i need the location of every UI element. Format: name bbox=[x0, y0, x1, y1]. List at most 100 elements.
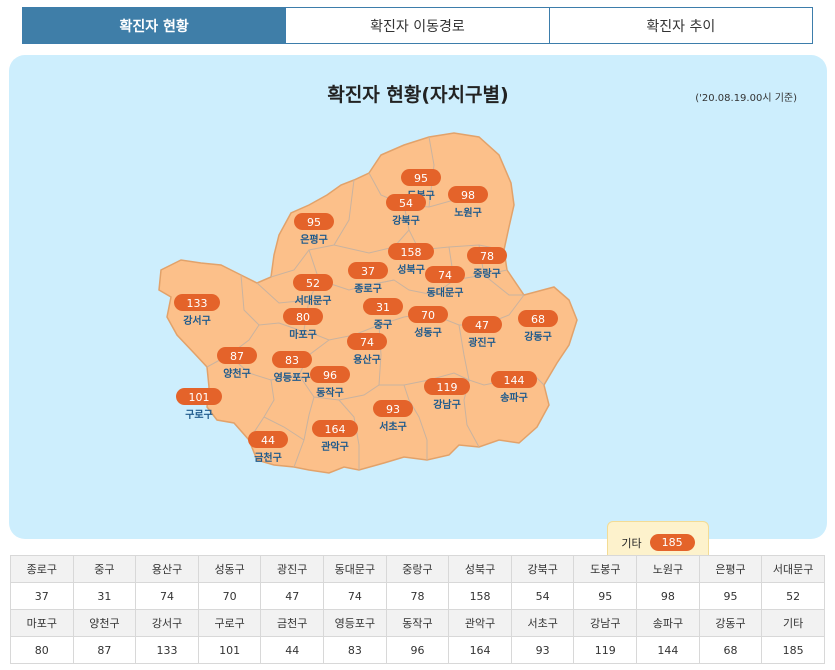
table-cell: 54 bbox=[510, 582, 575, 610]
district-count: 31 bbox=[376, 301, 390, 314]
table-cell: 87 bbox=[72, 636, 137, 664]
table-header-cell: 동작구 bbox=[385, 609, 450, 637]
table-header-cell: 관악구 bbox=[448, 609, 512, 637]
district-name: 중구 bbox=[374, 319, 392, 331]
table-header-cell: 용산구 bbox=[135, 555, 199, 583]
district-count: 95 bbox=[414, 172, 428, 185]
district-name: 동작구 bbox=[316, 386, 344, 399]
tab-confirmed-status[interactable]: 확진자 현황 bbox=[23, 8, 286, 43]
district-marker[interactable]: 74 동대문구 bbox=[425, 266, 465, 299]
table-cell: 119 bbox=[573, 636, 638, 664]
table-header-cell: 강동구 bbox=[698, 609, 763, 637]
etc-value-badge: 185 bbox=[649, 534, 695, 551]
table-cell: 83 bbox=[323, 636, 387, 664]
district-count: 93 bbox=[386, 403, 400, 416]
district-name: 광진구 bbox=[468, 336, 496, 349]
table-header-cell: 성동구 bbox=[197, 555, 262, 583]
table-cell: 44 bbox=[260, 636, 325, 664]
table-cell: 164 bbox=[448, 636, 512, 664]
district-count: 74 bbox=[438, 269, 452, 282]
district-count: 144 bbox=[504, 374, 525, 387]
table-cell: 95 bbox=[698, 582, 763, 610]
table-cell: 93 bbox=[510, 636, 575, 664]
district-name: 종로구 bbox=[354, 283, 382, 295]
table-header-cell: 송파구 bbox=[636, 609, 700, 637]
table-header-cell: 광진구 bbox=[260, 555, 325, 583]
table-cell: 98 bbox=[636, 582, 700, 610]
district-count: 101 bbox=[189, 391, 210, 404]
table-cell: 101 bbox=[197, 636, 262, 664]
table-header-cell: 성북구 bbox=[448, 555, 512, 583]
tab-movement-route[interactable]: 확진자 이동경로 bbox=[285, 8, 549, 43]
table-cell: 133 bbox=[135, 636, 199, 664]
table-cell: 68 bbox=[698, 636, 763, 664]
district-name: 동대문구 bbox=[427, 286, 464, 299]
district-name: 영등포구 bbox=[274, 371, 311, 384]
district-marker[interactable]: 83 영등포구 bbox=[272, 351, 312, 384]
table-header-cell: 서초구 bbox=[510, 609, 575, 637]
district-count: 78 bbox=[480, 250, 494, 263]
district-name: 은평구 bbox=[300, 233, 328, 246]
district-count: 68 bbox=[531, 313, 545, 326]
district-count: 87 bbox=[230, 350, 244, 363]
district-count: 80 bbox=[296, 311, 310, 324]
district-name: 성동구 bbox=[414, 326, 442, 339]
table-header-cell: 강남구 bbox=[573, 609, 638, 637]
district-count: 95 bbox=[307, 216, 321, 229]
table-header-cell: 중구 bbox=[72, 555, 137, 583]
table-cell: 158 bbox=[448, 582, 512, 610]
district-count: 98 bbox=[461, 189, 475, 202]
table-header-cell: 금천구 bbox=[260, 609, 325, 637]
district-name: 성북구 bbox=[397, 263, 425, 276]
seoul-district-map: 95도봉구98노원구54강북구95은평구158성북구78중랑구37종로구74동대… bbox=[158, 132, 578, 474]
table-cell: 74 bbox=[323, 582, 387, 610]
table-cell: 52 bbox=[761, 582, 825, 610]
table-cell: 185 bbox=[761, 636, 825, 664]
table-header-cell: 영등포구 bbox=[323, 609, 387, 637]
district-count: 44 bbox=[261, 434, 275, 447]
district-name: 강북구 bbox=[392, 214, 420, 227]
table-row: 37 31 74 70 47 74 78 158 54 95 98 95 52 bbox=[10, 582, 825, 610]
district-name: 용산구 bbox=[353, 353, 381, 366]
district-name: 서대문구 bbox=[295, 294, 332, 307]
district-name: 중랑구 bbox=[473, 268, 501, 280]
table-header-cell: 종로구 bbox=[10, 555, 74, 583]
district-stats-table: 종로구 중구 용산구 성동구 광진구 동대문구 중랑구 성북구 강북구 도봉구 노원구 은평구 서대문구… bbox=[10, 555, 825, 664]
etc-label: 기타 bbox=[621, 536, 642, 550]
map-panel: 확진자 현황(자치구별) ('20.08.19.00시 기준) 95 98 노원… bbox=[9, 55, 827, 564]
table-cell: 37 bbox=[10, 582, 74, 610]
table-header-cell: 강북구 bbox=[510, 555, 575, 583]
district-name: 서초구 bbox=[379, 420, 407, 433]
table-header-row: 마포구 양천구 강서구 구로구 금천구 영등포구 동작구 관악구 서초구 강남구 송파구 강동구 기타 bbox=[10, 609, 825, 637]
table-header-cell: 강서구 bbox=[135, 609, 199, 637]
district-marker[interactable]: 52 서대문구 bbox=[293, 274, 333, 307]
tab-bar: 확진자 현황 확진자 이동경로 확진자 추이 bbox=[22, 7, 813, 44]
table-header-cell: 도봉구 bbox=[573, 555, 638, 583]
district-count: 83 bbox=[285, 354, 299, 367]
district-name: 마포구 bbox=[289, 328, 317, 341]
table-cell: 80 bbox=[10, 636, 74, 664]
tab-trend[interactable]: 확진자 추이 bbox=[548, 8, 812, 43]
table-header-cell: 마포구 bbox=[10, 609, 74, 637]
table-cell: 144 bbox=[636, 636, 700, 664]
table-header-row: 종로구 중구 용산구 성동구 광진구 동대문구 중랑구 성북구 강북구 도봉구 노원구 은평구 서대문구 bbox=[10, 555, 825, 583]
district-name: 관악구 bbox=[321, 440, 349, 453]
table-cell: 70 bbox=[197, 582, 262, 610]
table-header-cell: 서대문구 bbox=[761, 555, 825, 583]
district-name: 강동구 bbox=[524, 330, 552, 343]
district-count: 37 bbox=[361, 265, 375, 278]
table-cell: 74 bbox=[135, 582, 199, 610]
district-count: 96 bbox=[323, 369, 337, 382]
district-count: 164 bbox=[325, 423, 346, 436]
district-count: 70 bbox=[421, 309, 435, 322]
district-name: 양천구 bbox=[223, 367, 251, 380]
district-count: 52 bbox=[306, 277, 320, 290]
district-name: 노원구 bbox=[454, 206, 482, 219]
table-header-cell: 양천구 bbox=[72, 609, 137, 637]
district-name: 구로구 bbox=[185, 409, 213, 421]
table-header-cell: 은평구 bbox=[698, 555, 763, 583]
district-count: 158 bbox=[401, 246, 422, 259]
district-count: 119 bbox=[437, 381, 458, 394]
table-cell: 95 bbox=[573, 582, 638, 610]
district-name: 강서구 bbox=[183, 314, 211, 327]
